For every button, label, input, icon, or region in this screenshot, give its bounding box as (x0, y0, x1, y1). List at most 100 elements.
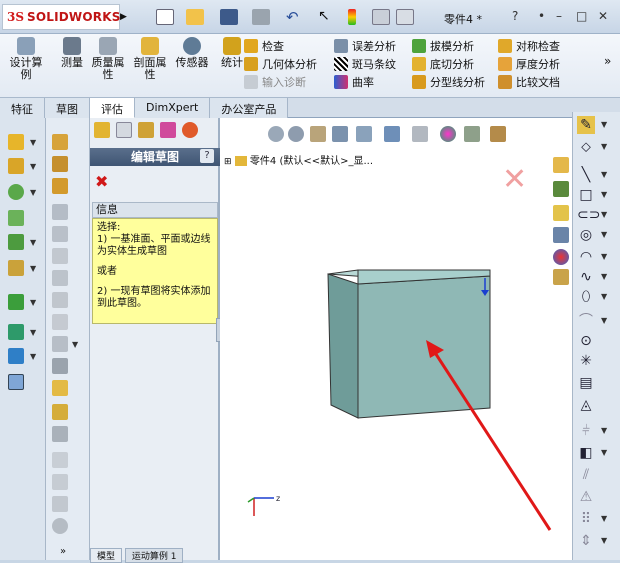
appearances-icon[interactable] (553, 249, 569, 265)
tab-evaluate[interactable]: 评估 (90, 98, 135, 118)
tab-office-products[interactable]: 办公室产品 (210, 98, 289, 118)
convert-entities-icon[interactable]: ◧ (577, 444, 595, 462)
plane-icon[interactable]: ⊙ (577, 332, 595, 350)
display-manager-icon[interactable] (182, 122, 198, 138)
sensor-button[interactable]: 传感器 (172, 37, 212, 69)
options-dropdown-icon[interactable]: • (538, 9, 545, 23)
chevron-down-icon[interactable]: ▼ (601, 448, 607, 457)
help-button[interactable]: ? (200, 149, 214, 163)
configuration-manager-icon[interactable] (138, 122, 154, 138)
file-explorer-icon[interactable] (553, 205, 569, 221)
design-library-icon[interactable] (553, 181, 569, 197)
symmetry-check-button[interactable]: 对称检查 (498, 37, 588, 55)
file-properties-icon[interactable] (372, 9, 390, 25)
options-icon[interactable] (396, 9, 414, 25)
open-folder-icon[interactable] (186, 9, 204, 25)
cancel-icon[interactable]: ✖ (95, 172, 108, 191)
chevron-down-icon[interactable]: ▼ (30, 238, 36, 247)
minimize-button[interactable]: – (556, 9, 562, 23)
revolve-icon[interactable] (8, 158, 24, 174)
draft-analysis-button[interactable]: 拔模分析 (412, 37, 492, 55)
curves-icon[interactable] (8, 348, 24, 364)
extruded-cut-icon[interactable] (52, 134, 68, 150)
linear-sketch-pattern-icon[interactable]: ⠿ (577, 510, 595, 528)
mirror-entities-icon[interactable]: ⫽ (577, 466, 595, 484)
ribbon-overflow-icon[interactable]: » (604, 54, 611, 68)
delete-face-icon[interactable] (52, 474, 68, 490)
instant3d-icon[interactable] (8, 374, 24, 390)
chevron-down-icon[interactable]: ▼ (30, 264, 36, 273)
smart-dimension-icon[interactable]: ⬦ (577, 138, 595, 156)
fillet-sketch-icon[interactable]: ⌒ (577, 312, 595, 330)
chevron-down-icon[interactable]: ▼ (601, 142, 607, 151)
graphics-area[interactable]: ⊞ 零件4 (默认<<默认>_显... ✕ z (220, 118, 572, 560)
chevron-down-icon[interactable]: ▼ (72, 340, 78, 349)
undercut-analysis-button[interactable]: 底切分析 (412, 55, 492, 73)
chevron-down-icon[interactable]: ▼ (30, 352, 36, 361)
print-icon[interactable] (252, 9, 270, 25)
chevron-down-icon[interactable]: ▼ (601, 514, 607, 523)
deviation-analysis-button[interactable]: 误差分析 (334, 37, 410, 55)
chevron-down-icon[interactable]: ▼ (601, 252, 607, 261)
revolved-cut-icon[interactable] (52, 156, 68, 172)
chevron-down-icon[interactable]: ▼ (601, 210, 607, 219)
chevron-down-icon[interactable]: ▼ (601, 536, 607, 545)
check-button[interactable]: 检查 (244, 37, 334, 55)
dimxpert-manager-icon[interactable] (160, 122, 176, 138)
chevron-down-icon[interactable]: ▼ (601, 170, 607, 179)
wrap-icon[interactable] (52, 336, 68, 352)
chevron-down-icon[interactable]: ▼ (601, 292, 607, 301)
feature-manager-icon[interactable] (94, 122, 110, 138)
move-entities-icon[interactable]: ⇕ (577, 532, 595, 550)
arc-icon[interactable]: ◠ (577, 248, 595, 266)
thickness-analysis-button[interactable]: 厚度分析 (498, 55, 588, 73)
solidworks-resources-icon[interactable] (553, 157, 569, 173)
mass-properties-button[interactable]: 质量属性 (88, 37, 128, 81)
info-section-header[interactable]: 信息 (92, 202, 218, 218)
boundary-cut-icon[interactable] (52, 314, 68, 330)
boundary-boss-icon[interactable] (52, 248, 68, 264)
chevron-down-icon[interactable]: ▼ (30, 188, 36, 197)
solidworks-logo[interactable]: 3S SOLIDWORKS (2, 4, 120, 30)
swept-boss-icon[interactable] (52, 204, 68, 220)
hole-wizard-icon[interactable] (8, 260, 24, 276)
rebuild-icon[interactable] (348, 9, 356, 25)
line-icon[interactable]: ╲ (577, 166, 595, 184)
display-relations-icon[interactable]: ⚠ (577, 488, 595, 506)
chevron-down-icon[interactable]: ▼ (601, 190, 607, 199)
tab-model[interactable]: 模型 (90, 548, 123, 563)
circle-icon[interactable]: ◎ (577, 226, 595, 244)
chevron-down-icon[interactable]: ▼ (30, 298, 36, 307)
design-study-button[interactable]: 设计算例 (6, 37, 46, 81)
trim-entities-icon[interactable]: ⫩ (577, 422, 595, 440)
ellipse-icon[interactable]: ⬯ (577, 288, 595, 306)
chevron-down-icon[interactable]: ▼ (30, 328, 36, 337)
view-palette-icon[interactable] (553, 227, 569, 243)
zebra-stripes-button[interactable]: 斑马条纹 (334, 55, 410, 73)
compare-documents-button[interactable]: 比较文档 (498, 73, 588, 91)
move-face-icon[interactable] (52, 452, 68, 468)
undo-icon[interactable]: ↶ (286, 8, 299, 26)
chevron-down-icon[interactable]: ▼ (601, 426, 607, 435)
parting-line-analysis-button[interactable]: 分型线分析 (412, 73, 492, 91)
combine-icon[interactable] (52, 496, 68, 512)
slot-icon[interactable]: ⊂⊃ (577, 206, 600, 224)
offset-entities-icon[interactable]: ◬ (577, 396, 595, 414)
swept-cut-icon[interactable] (52, 270, 68, 286)
chevron-down-icon[interactable]: ▼ (601, 230, 607, 239)
restore-button[interactable]: □ (576, 9, 587, 23)
mirror-icon[interactable] (52, 380, 68, 396)
extrude-icon[interactable] (8, 134, 24, 150)
custom-properties-icon[interactable] (553, 269, 569, 285)
close-button[interactable]: ✕ (598, 9, 608, 23)
import-diagnostics-button[interactable]: 输入诊断 (244, 73, 334, 91)
draft-icon[interactable] (52, 178, 68, 194)
chevron-down-icon[interactable]: ▼ (601, 120, 607, 129)
shell-icon[interactable] (8, 210, 24, 226)
new-document-icon[interactable] (156, 9, 174, 25)
tab-sketch[interactable]: 草图 (45, 98, 90, 118)
property-manager-icon[interactable] (116, 122, 132, 138)
tab-motion-study[interactable]: 运动算例 1 (124, 548, 184, 563)
reference-geometry-icon[interactable] (8, 324, 24, 340)
section-properties-button[interactable]: 剖面属性 (130, 37, 170, 81)
